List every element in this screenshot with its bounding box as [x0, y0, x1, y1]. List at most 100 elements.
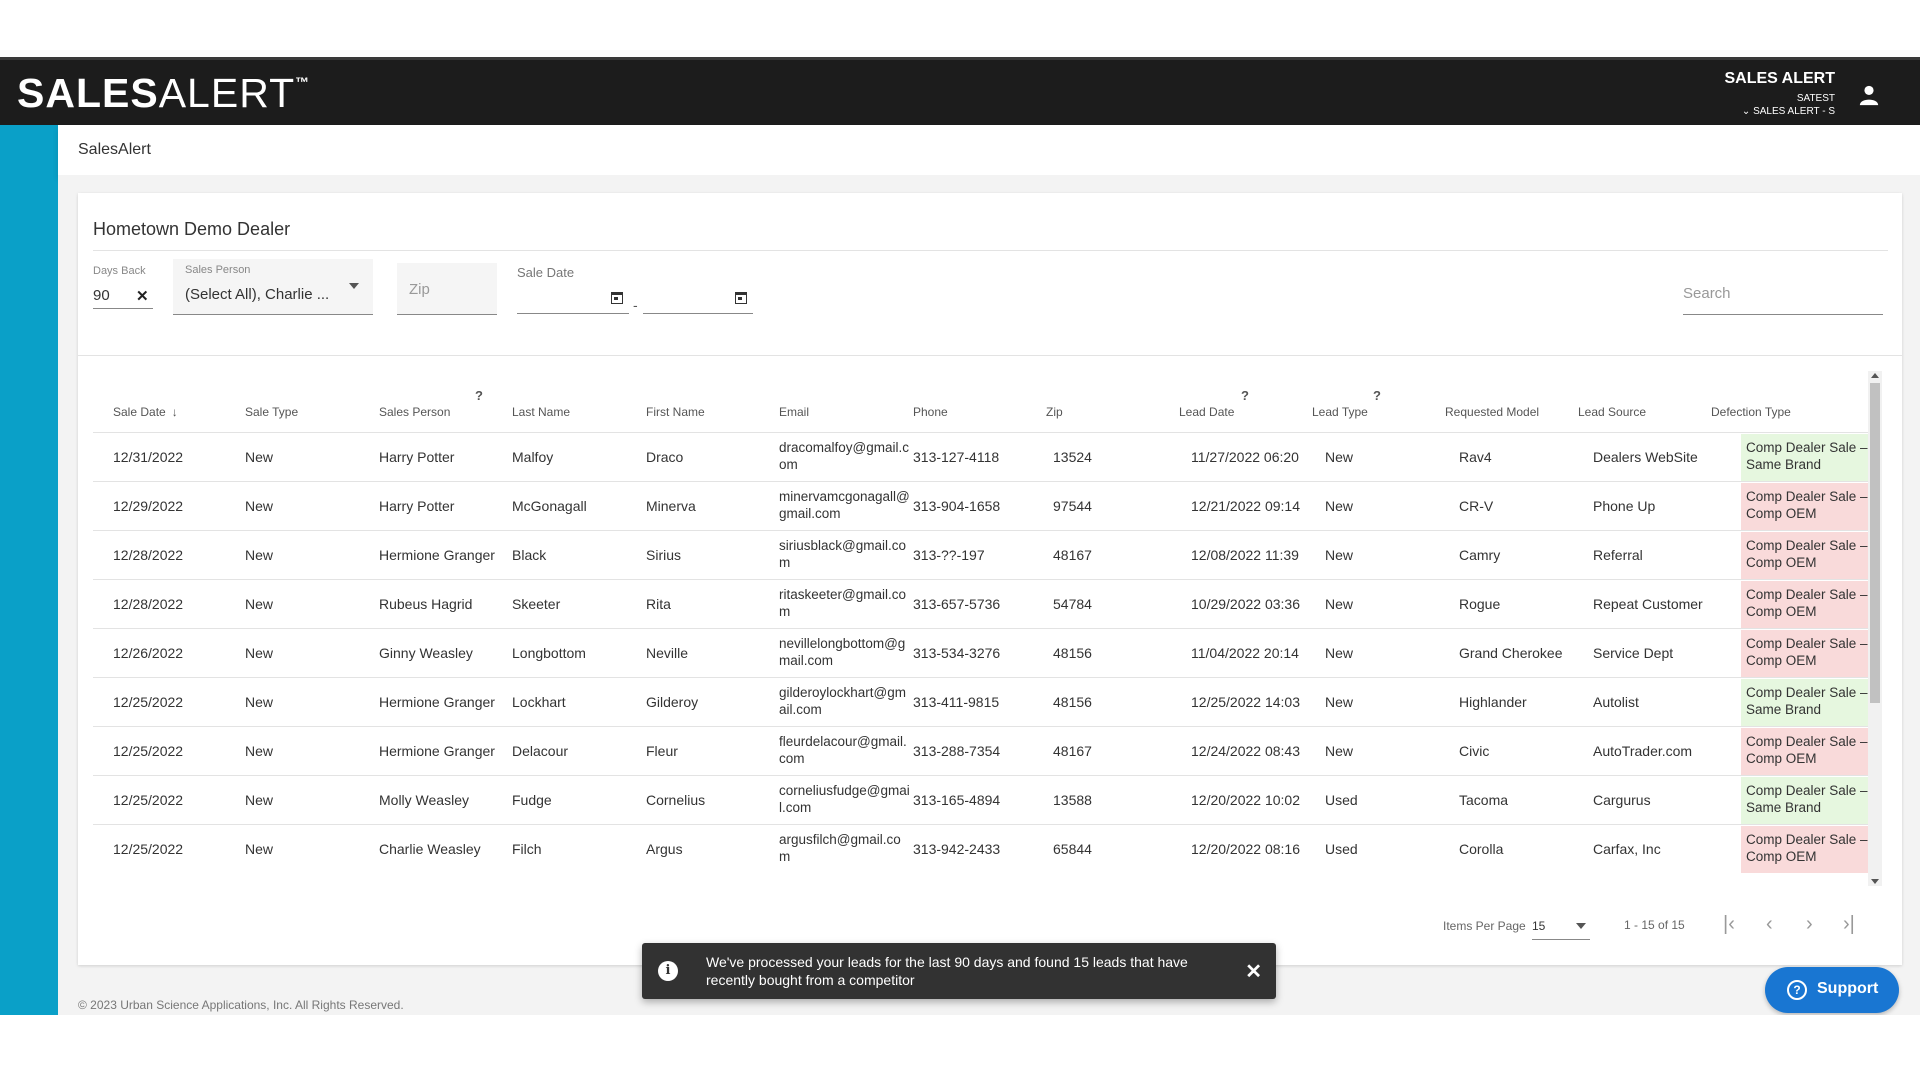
cell-sale-date: 12/25/2022: [113, 694, 184, 710]
logo-bold-text: SALES: [17, 70, 159, 116]
col-lead-date[interactable]: Lead Date: [1179, 405, 1234, 419]
toast-message: We've processed your leads for the last …: [706, 954, 1188, 988]
col-zip[interactable]: Zip: [1046, 405, 1063, 419]
close-icon[interactable]: ✕: [1245, 959, 1262, 984]
cell-sale-type: New: [245, 841, 274, 857]
cell-phone: 313-942-2433: [913, 841, 1001, 857]
cell-phone: 313-165-4894: [913, 792, 1001, 808]
first-page-icon[interactable]: |‹: [1723, 913, 1735, 936]
col-email[interactable]: Email: [779, 405, 809, 419]
table-row[interactable]: 12/25/2022 New Charlie Weasley Filch Argus ar…: [93, 825, 1873, 873]
col-lead-source[interactable]: Lead Source: [1578, 405, 1646, 419]
cell-first-name: Cornelius: [646, 792, 706, 808]
cell-requested-model: Rav4: [1459, 449, 1492, 465]
support-button[interactable]: ? Support: [1765, 967, 1899, 1013]
last-page-icon[interactable]: ›|: [1843, 913, 1855, 936]
table-row[interactable]: 12/29/2022 New Harry Potter McGonagall Miner…: [93, 482, 1873, 531]
cell-last-name: Malfoy: [512, 449, 554, 465]
table-row[interactable]: 12/31/2022 New Harry Potter Malfoy Draco drac…: [93, 433, 1873, 482]
cell-phone: 313-657-5736: [913, 596, 1001, 612]
scroll-down-arrow-icon[interactable]: [1871, 879, 1879, 884]
col-sale-type[interactable]: Sale Type: [245, 405, 298, 419]
cell-requested-model: Tacoma: [1459, 792, 1509, 808]
sale-date-end-input[interactable]: [643, 288, 753, 314]
scrollbar-thumb[interactable]: [1870, 383, 1880, 703]
col-lead-type[interactable]: Lead Type: [1312, 405, 1368, 419]
table-row[interactable]: 12/25/2022 New Molly Weasley Fudge Cornelius…: [93, 776, 1873, 825]
chevron-down-icon: ⌄: [1741, 106, 1754, 117]
help-icon[interactable]: ?: [1241, 388, 1249, 403]
cell-email: nevillelongbottom@gmail.com: [779, 636, 906, 668]
cell-lead-source: Referral: [1593, 547, 1643, 563]
help-icon[interactable]: ?: [1373, 388, 1381, 403]
table-row[interactable]: 12/25/2022 New Hermione Granger Delacour Fle…: [93, 727, 1873, 776]
col-requested-model[interactable]: Requested Model: [1445, 405, 1539, 419]
next-page-icon[interactable]: ›: [1806, 913, 1813, 936]
cell-sale-type: New: [245, 645, 274, 661]
cell-lead-type: New: [1325, 743, 1354, 759]
cell-requested-model: Rogue: [1459, 596, 1501, 612]
cell-lead-source: Service Dept: [1593, 645, 1674, 661]
sale-date-label: Sale Date: [517, 265, 575, 280]
sale-date-start-input[interactable]: [517, 288, 629, 314]
cell-first-name: Argus: [646, 841, 683, 857]
zip-input[interactable]: Zip: [397, 263, 497, 315]
breadcrumb-salesalert[interactable]: SalesAlert: [78, 141, 151, 159]
cell-sale-date: 12/28/2022: [113, 596, 184, 612]
cell-requested-model: Civic: [1459, 743, 1490, 759]
cell-email: gilderoylockhart@gmail.com: [779, 685, 907, 717]
help-icon[interactable]: ?: [475, 388, 483, 403]
salesalert-logo[interactable]: SALESALERT™: [17, 70, 310, 117]
cell-zip: 13524: [1053, 449, 1092, 465]
cell-defection-type: Comp Dealer Sale – Comp OEM: [1741, 532, 1873, 579]
col-sales-person[interactable]: Sales Person: [379, 405, 450, 419]
cell-email: ritaskeeter@gmail.com: [779, 587, 906, 619]
col-defection-type[interactable]: Defection Type: [1711, 405, 1791, 419]
cell-phone: 313-127-4118: [913, 449, 1000, 465]
cell-defection-type: Comp Dealer Sale – Comp OEM: [1741, 826, 1873, 873]
sales-person-select[interactable]: Sales Person (Select All), Charlie ...: [173, 259, 373, 315]
left-sidebar: [0, 125, 58, 1015]
cell-sale-type: New: [245, 449, 274, 465]
cell-requested-model: Camry: [1459, 547, 1501, 563]
clear-icon[interactable]: ✕: [136, 287, 149, 305]
cell-first-name: Fleur: [646, 743, 678, 759]
cell-email: minervamcgonagall@gmail.com: [779, 489, 910, 521]
cell-zip: 48167: [1053, 743, 1092, 759]
date-range-separator: -: [633, 297, 638, 313]
col-sale-date[interactable]: Sale Date ↓: [113, 405, 178, 419]
days-back-field[interactable]: Days Back 90 ✕: [93, 265, 153, 309]
col-last-name[interactable]: Last Name: [512, 405, 570, 419]
col-sale-date-label: Sale Date: [113, 405, 166, 419]
cell-email: argusfilch@gmail.com: [779, 832, 901, 864]
cell-lead-date: 12/24/2022 08:43: [1191, 743, 1300, 759]
cell-lead-type: Used: [1325, 841, 1358, 857]
cell-last-name: Delacour: [512, 743, 569, 759]
cell-email: dracomalfoy@gmail.com: [779, 440, 909, 472]
table-row[interactable]: 12/28/2022 New Rubeus Hagrid Skeeter Rita rit…: [93, 580, 1873, 629]
col-first-name[interactable]: First Name: [646, 405, 705, 419]
top-strip: [0, 0, 1920, 57]
calendar-icon[interactable]: [735, 292, 747, 304]
items-per-page-select[interactable]: 15: [1532, 910, 1590, 940]
cell-sale-date: 12/25/2022: [113, 841, 184, 857]
table-row[interactable]: 12/26/2022 New Ginny Weasley Longbottom Nevi…: [93, 629, 1873, 678]
table-row[interactable]: 12/28/2022 New Hermione Granger Black Sirius…: [93, 531, 1873, 580]
calendar-icon[interactable]: [611, 292, 623, 304]
cell-sale-type: New: [245, 547, 274, 563]
cell-email: siriusblack@gmail.com: [779, 538, 906, 570]
cell-sale-type: New: [245, 596, 274, 612]
user-profile-icon[interactable]: [1858, 84, 1880, 106]
table-scrollbar[interactable]: [1868, 371, 1882, 886]
account-switcher[interactable]: SALES ALERT SATEST ⌄ SALES ALERT - S: [1724, 70, 1835, 117]
days-back-label: Days Back: [93, 265, 146, 277]
divider: [78, 355, 1902, 356]
cell-lead-source: Phone Up: [1593, 498, 1656, 514]
col-phone[interactable]: Phone: [913, 405, 948, 419]
previous-page-icon[interactable]: ‹: [1766, 913, 1773, 936]
sort-arrow-down-icon[interactable]: ↓: [172, 405, 178, 419]
search-input[interactable]: Search: [1683, 275, 1883, 315]
days-back-value[interactable]: 90: [93, 287, 110, 304]
table-row[interactable]: 12/25/2022 New Hermione Granger Lockhart Gil…: [93, 678, 1873, 727]
scroll-up-arrow-icon[interactable]: [1871, 373, 1879, 378]
